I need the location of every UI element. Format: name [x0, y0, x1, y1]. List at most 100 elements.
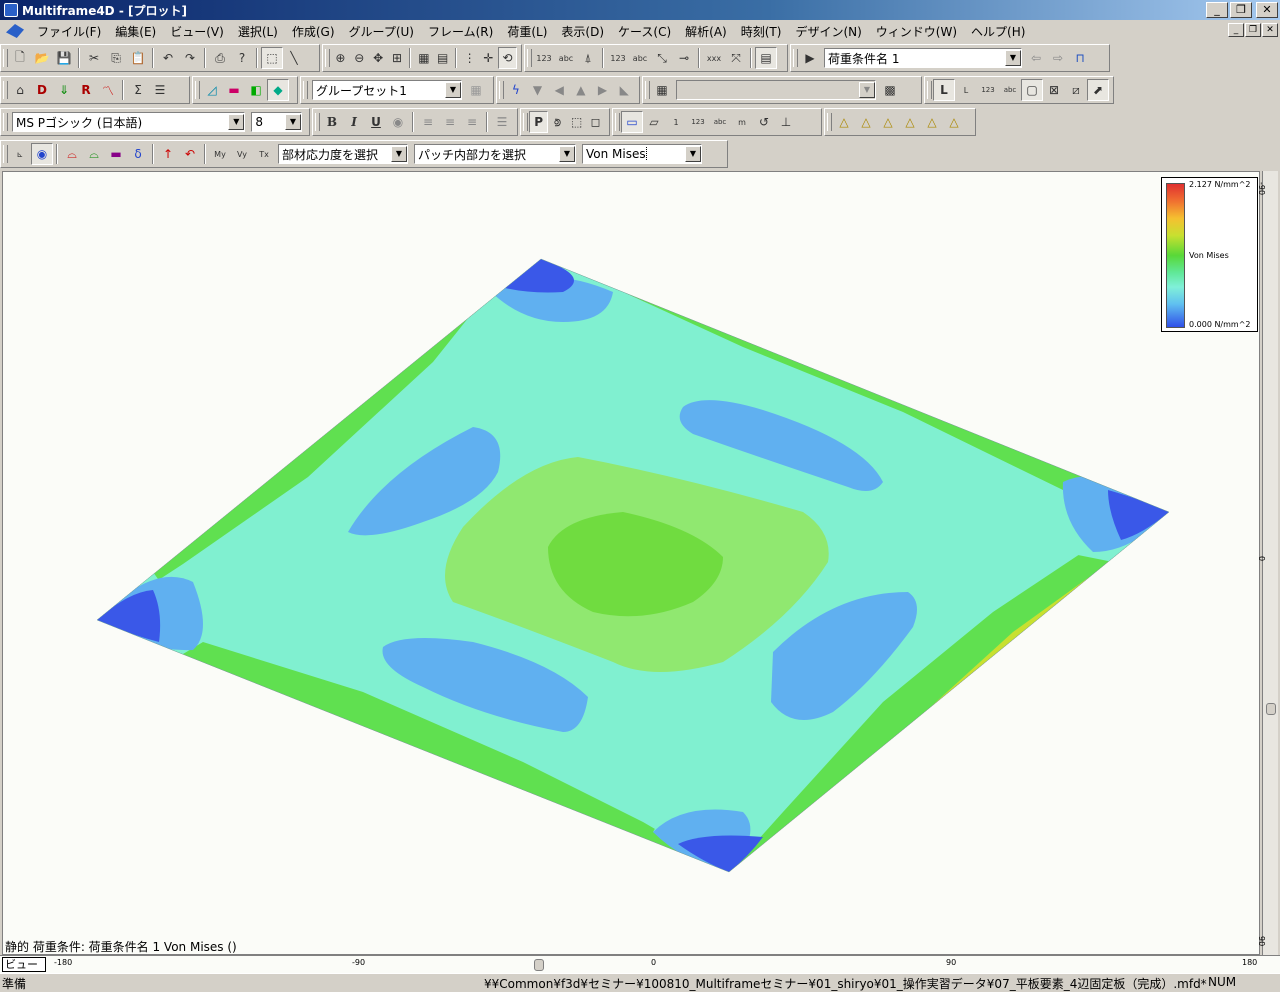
menu-frame[interactable]: フレーム(R)	[421, 23, 500, 40]
plate-rotate-icon[interactable]: ↺	[753, 111, 775, 133]
reaction-icon[interactable]: ↑	[157, 143, 179, 165]
member-axis-icon[interactable]: ⤡	[651, 47, 673, 69]
zoom-in-icon[interactable]: ⊕	[331, 47, 350, 69]
bullet-list-icon[interactable]: ☰	[491, 111, 513, 133]
cut-icon[interactable]: ✂	[83, 47, 105, 69]
lightning-icon[interactable]: ϟ	[505, 79, 527, 101]
menu-load[interactable]: 荷重(L)	[500, 23, 554, 40]
plate-m-icon[interactable]: m	[731, 111, 753, 133]
select-box-icon[interactable]: ⬚	[261, 47, 283, 69]
label-l-icon[interactable]: L	[933, 79, 955, 101]
report-icon[interactable]: ▤	[755, 47, 777, 69]
menu-display[interactable]: 表示(D)	[554, 23, 611, 40]
new-file-icon[interactable]: 🗋	[9, 47, 31, 69]
menu-select[interactable]: 選択(L)	[231, 23, 285, 40]
menu-analyze[interactable]: 解析(A)	[678, 23, 734, 40]
view-tab[interactable]: ビュー	[2, 957, 46, 972]
case-select[interactable]: ▼	[676, 80, 876, 100]
maximize-button[interactable]: ❐	[1230, 2, 1252, 18]
minimize-button[interactable]: _	[1206, 2, 1228, 18]
plate-moment-icon[interactable]: My	[209, 143, 231, 165]
down-arrow-icon[interactable]: ▼	[527, 79, 549, 101]
group-grid-icon[interactable]: ▦	[465, 79, 487, 101]
document-icon[interactable]	[6, 24, 24, 38]
pan-icon[interactable]: ✥	[369, 47, 388, 69]
plot-node-icon[interactable]: ◻	[586, 111, 605, 133]
grid-icon[interactable]: ▦	[414, 47, 433, 69]
axial-icon[interactable]: ▬	[105, 143, 127, 165]
play-icon[interactable]: ▶	[799, 47, 821, 69]
frame-icon[interactable]: ⊓	[1069, 47, 1091, 69]
right-arrow-icon[interactable]: ▶	[592, 79, 614, 101]
menu-design[interactable]: デザイン(N)	[788, 23, 868, 40]
print-icon[interactable]: ⎙	[209, 47, 231, 69]
plate-outline-icon[interactable]: ▱	[643, 111, 665, 133]
triangle-d-icon[interactable]: △	[899, 111, 921, 133]
frame-window-icon[interactable]: ⌂	[9, 79, 31, 101]
plate-stress-select[interactable]: Von Mises ▼	[582, 144, 702, 164]
menu-time[interactable]: 時刻(T)	[734, 23, 789, 40]
matrix-icon[interactable]: ▩	[879, 79, 901, 101]
open-file-icon[interactable]: 📂	[31, 47, 53, 69]
horizontal-ruler-thumb[interactable]	[534, 959, 544, 971]
section-name-icon[interactable]: xxx	[703, 47, 725, 69]
color-icon[interactable]: ◉	[387, 111, 409, 133]
redo-icon[interactable]: ↷	[179, 47, 201, 69]
undo-icon[interactable]: ↶	[157, 47, 179, 69]
bold-icon[interactable]: B	[321, 111, 343, 133]
triangle-a-icon[interactable]: △	[833, 111, 855, 133]
render-plate-icon[interactable]: ◧	[245, 79, 267, 101]
menu-help[interactable]: ヘルプ(H)	[964, 23, 1032, 40]
menu-case[interactable]: ケース(C)	[611, 23, 678, 40]
load-window-icon[interactable]: ⇓	[53, 79, 75, 101]
paste-icon[interactable]: 📋	[127, 47, 149, 69]
deflection-icon[interactable]: δ	[127, 143, 149, 165]
zoom-fit-icon[interactable]: ⊞	[388, 47, 407, 69]
moment-icon[interactable]: ⌓	[61, 143, 83, 165]
menu-view[interactable]: ビュー(V)	[163, 23, 231, 40]
result-axis-icon[interactable]: ⊾	[9, 143, 31, 165]
node-label-icon[interactable]: abc	[555, 47, 577, 69]
group-set-select[interactable]: グループセット1 ▼	[312, 80, 462, 100]
align-right-icon[interactable]: ≡	[461, 111, 483, 133]
diagonal-arrow-icon[interactable]: ◣	[613, 79, 635, 101]
plate-number-icon[interactable]: 1	[665, 111, 687, 133]
snap-icon[interactable]: ✛	[479, 47, 498, 69]
sum-icon[interactable]: Σ	[127, 79, 149, 101]
italic-icon[interactable]: I	[343, 111, 365, 133]
plate-abc-icon[interactable]: abc	[709, 111, 731, 133]
underline-icon[interactable]: U	[365, 111, 387, 133]
plot-canvas[interactable]: 2.127 N/mm^2 Von Mises 0.000 N/mm^2 静的 荷…	[2, 171, 1260, 955]
doc-restore-button[interactable]: ❐	[1245, 23, 1261, 37]
render-surface-icon[interactable]: ◿	[201, 79, 223, 101]
list-icon[interactable]: ☰	[149, 79, 171, 101]
member-number-icon[interactable]: 123	[607, 47, 629, 69]
left-arrow-icon[interactable]: ◀	[548, 79, 570, 101]
result-eye-icon[interactable]: ◉	[31, 143, 53, 165]
close-button[interactable]: ✕	[1256, 2, 1278, 18]
render-solid-icon[interactable]: ◆	[267, 79, 289, 101]
plot-p-icon[interactable]: P	[529, 111, 549, 133]
member-label-icon[interactable]: abc	[629, 47, 651, 69]
member-release-icon[interactable]: ⊸	[673, 47, 695, 69]
align-left-icon[interactable]: ≡	[417, 111, 439, 133]
copy-icon[interactable]: ⎘	[105, 47, 127, 69]
menu-edit[interactable]: 編集(E)	[108, 23, 163, 40]
vertical-ruler-thumb[interactable]	[1266, 703, 1276, 715]
doc-minimize-button[interactable]: _	[1228, 23, 1244, 37]
plot-dashed-icon[interactable]: ⬚	[567, 111, 586, 133]
label-diagonal-icon[interactable]: ⧄	[1065, 79, 1087, 101]
font-name-select[interactable]: MS Pゴシック (日本語) ▼	[12, 112, 246, 132]
load-case-select[interactable]: 荷重条件名 1 ▼	[824, 48, 1022, 68]
plate-fill-icon[interactable]: ▭	[621, 111, 643, 133]
reaction-moment-icon[interactable]: ↶	[179, 143, 201, 165]
shear-icon[interactable]: ⌓	[83, 143, 105, 165]
next-case-icon[interactable]: ⇨	[1047, 47, 1069, 69]
label-box-icon[interactable]: ▢	[1021, 79, 1043, 101]
snap-grid-icon[interactable]: ⋮	[460, 47, 479, 69]
table-icon[interactable]: ▤	[433, 47, 452, 69]
horizontal-ruler[interactable]: ビュー -180 -90 0 90 180	[0, 955, 1280, 973]
plate-shear-icon[interactable]: Vy	[231, 143, 253, 165]
result-window-icon[interactable]: R	[75, 79, 97, 101]
align-center-icon[interactable]: ≡	[439, 111, 461, 133]
